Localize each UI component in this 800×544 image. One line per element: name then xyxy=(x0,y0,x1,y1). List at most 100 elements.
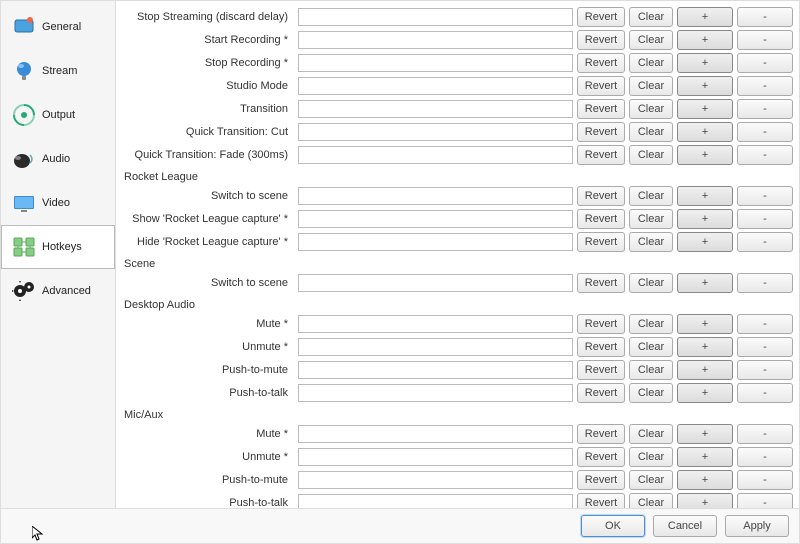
add-button[interactable]: + xyxy=(677,424,733,444)
clear-button[interactable]: Clear xyxy=(629,30,673,50)
remove-button[interactable]: - xyxy=(737,209,793,229)
remove-button[interactable]: - xyxy=(737,360,793,380)
revert-button[interactable]: Revert xyxy=(577,30,625,50)
remove-button[interactable]: - xyxy=(737,383,793,403)
apply-button[interactable]: Apply xyxy=(725,515,789,537)
add-button[interactable]: + xyxy=(677,493,733,508)
hotkey-input[interactable] xyxy=(298,361,573,379)
revert-button[interactable]: Revert xyxy=(577,209,625,229)
add-button[interactable]: + xyxy=(677,99,733,119)
add-button[interactable]: + xyxy=(677,76,733,96)
remove-button[interactable]: - xyxy=(737,7,793,27)
hotkey-input[interactable] xyxy=(298,448,573,466)
revert-button[interactable]: Revert xyxy=(577,470,625,490)
hotkey-input[interactable] xyxy=(298,31,573,49)
clear-button[interactable]: Clear xyxy=(629,424,673,444)
revert-button[interactable]: Revert xyxy=(577,447,625,467)
remove-button[interactable]: - xyxy=(737,493,793,508)
add-button[interactable]: + xyxy=(677,122,733,142)
revert-button[interactable]: Revert xyxy=(577,145,625,165)
remove-button[interactable]: - xyxy=(737,76,793,96)
revert-button[interactable]: Revert xyxy=(577,76,625,96)
remove-button[interactable]: - xyxy=(737,314,793,334)
remove-button[interactable]: - xyxy=(737,122,793,142)
sidebar-item-stream[interactable]: Stream xyxy=(1,49,115,93)
revert-button[interactable]: Revert xyxy=(577,232,625,252)
revert-button[interactable]: Revert xyxy=(577,360,625,380)
add-button[interactable]: + xyxy=(677,209,733,229)
hotkey-input[interactable] xyxy=(298,8,573,26)
add-button[interactable]: + xyxy=(677,273,733,293)
add-button[interactable]: + xyxy=(677,360,733,380)
clear-button[interactable]: Clear xyxy=(629,99,673,119)
hotkeys-scroll-pane[interactable]: Stop Streaming (discard delay)RevertClea… xyxy=(116,1,799,508)
hotkey-input[interactable] xyxy=(298,233,573,251)
clear-button[interactable]: Clear xyxy=(629,122,673,142)
sidebar-item-video[interactable]: Video xyxy=(1,181,115,225)
remove-button[interactable]: - xyxy=(737,273,793,293)
sidebar-item-advanced[interactable]: Advanced xyxy=(1,269,115,313)
clear-button[interactable]: Clear xyxy=(629,314,673,334)
cancel-button[interactable]: Cancel xyxy=(653,515,717,537)
hotkey-input[interactable] xyxy=(298,100,573,118)
revert-button[interactable]: Revert xyxy=(577,273,625,293)
remove-button[interactable]: - xyxy=(737,232,793,252)
hotkey-input[interactable] xyxy=(298,338,573,356)
add-button[interactable]: + xyxy=(677,7,733,27)
sidebar-item-output[interactable]: Output xyxy=(1,93,115,137)
add-button[interactable]: + xyxy=(677,314,733,334)
add-button[interactable]: + xyxy=(677,30,733,50)
revert-button[interactable]: Revert xyxy=(577,53,625,73)
remove-button[interactable]: - xyxy=(737,470,793,490)
remove-button[interactable]: - xyxy=(737,30,793,50)
sidebar-item-general[interactable]: General xyxy=(1,5,115,49)
hotkey-input[interactable] xyxy=(298,187,573,205)
hotkey-input[interactable] xyxy=(298,54,573,72)
clear-button[interactable]: Clear xyxy=(629,53,673,73)
hotkey-input[interactable] xyxy=(298,471,573,489)
remove-button[interactable]: - xyxy=(737,186,793,206)
clear-button[interactable]: Clear xyxy=(629,470,673,490)
remove-button[interactable]: - xyxy=(737,424,793,444)
revert-button[interactable]: Revert xyxy=(577,493,625,508)
add-button[interactable]: + xyxy=(677,470,733,490)
revert-button[interactable]: Revert xyxy=(577,337,625,357)
remove-button[interactable]: - xyxy=(737,447,793,467)
clear-button[interactable]: Clear xyxy=(629,337,673,357)
revert-button[interactable]: Revert xyxy=(577,99,625,119)
ok-button[interactable]: OK xyxy=(581,515,645,537)
hotkey-input[interactable] xyxy=(298,315,573,333)
revert-button[interactable]: Revert xyxy=(577,424,625,444)
clear-button[interactable]: Clear xyxy=(629,383,673,403)
add-button[interactable]: + xyxy=(677,383,733,403)
remove-button[interactable]: - xyxy=(737,145,793,165)
hotkey-input[interactable] xyxy=(298,146,573,164)
revert-button[interactable]: Revert xyxy=(577,186,625,206)
hotkey-input[interactable] xyxy=(298,494,573,508)
add-button[interactable]: + xyxy=(677,232,733,252)
add-button[interactable]: + xyxy=(677,337,733,357)
clear-button[interactable]: Clear xyxy=(629,447,673,467)
add-button[interactable]: + xyxy=(677,145,733,165)
add-button[interactable]: + xyxy=(677,447,733,467)
clear-button[interactable]: Clear xyxy=(629,76,673,96)
sidebar-item-hotkeys[interactable]: Hotkeys xyxy=(1,225,115,269)
clear-button[interactable]: Clear xyxy=(629,232,673,252)
remove-button[interactable]: - xyxy=(737,53,793,73)
sidebar-item-audio[interactable]: Audio xyxy=(1,137,115,181)
revert-button[interactable]: Revert xyxy=(577,314,625,334)
hotkey-input[interactable] xyxy=(298,274,573,292)
clear-button[interactable]: Clear xyxy=(629,493,673,508)
hotkey-input[interactable] xyxy=(298,77,573,95)
clear-button[interactable]: Clear xyxy=(629,186,673,206)
clear-button[interactable]: Clear xyxy=(629,360,673,380)
clear-button[interactable]: Clear xyxy=(629,209,673,229)
clear-button[interactable]: Clear xyxy=(629,7,673,27)
revert-button[interactable]: Revert xyxy=(577,383,625,403)
hotkey-input[interactable] xyxy=(298,123,573,141)
add-button[interactable]: + xyxy=(677,53,733,73)
clear-button[interactable]: Clear xyxy=(629,145,673,165)
hotkey-input[interactable] xyxy=(298,384,573,402)
add-button[interactable]: + xyxy=(677,186,733,206)
revert-button[interactable]: Revert xyxy=(577,122,625,142)
